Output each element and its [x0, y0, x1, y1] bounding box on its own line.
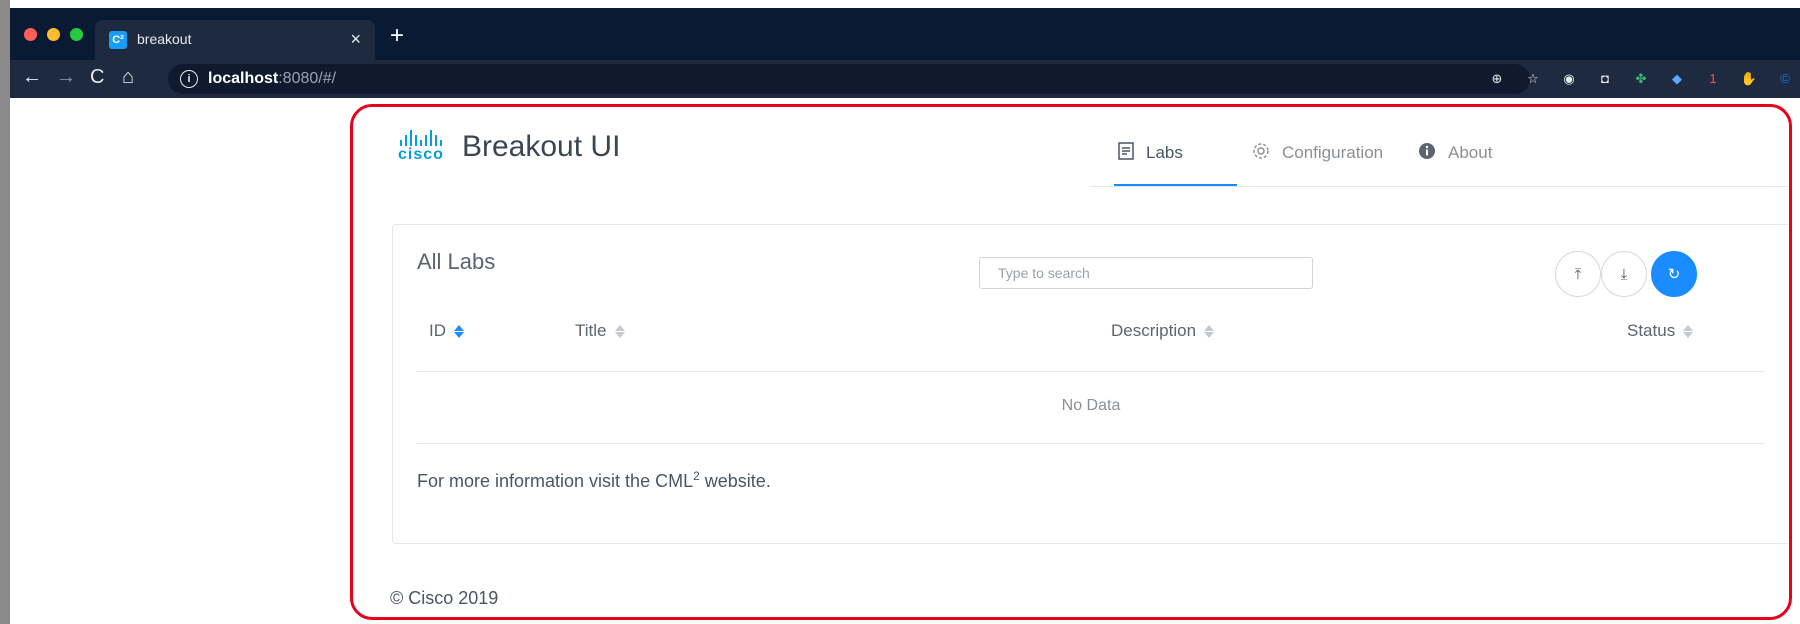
extension-toolbar: ⊕ ☆ ◉ ◘ ✤ ◆ 1 ✋ ©: [1488, 66, 1800, 92]
info-icon: [1418, 142, 1436, 165]
cml-favicon-icon: C²: [109, 31, 127, 49]
column-header-label: Description: [1111, 321, 1197, 340]
window-top-edge: [0, 0, 1800, 8]
diamond-icon[interactable]: ◆: [1668, 70, 1686, 88]
column-header-label: Status: [1627, 321, 1676, 340]
sort-icon: [454, 324, 464, 338]
browser-toolbar: ← → C ⌂ i localhost:8080/#/ ⊕ ☆ ◉ ◘ ✤ ◆ 1 ✋ ©: [10, 60, 1800, 98]
sort-icon: [1204, 324, 1215, 338]
download-button[interactable]: ⤓: [1601, 251, 1647, 297]
window-left-edge: [0, 0, 10, 624]
column-header-status[interactable]: Status: [1627, 321, 1694, 341]
tab-configuration[interactable]: Configuration: [1252, 138, 1383, 168]
record-icon[interactable]: ◉: [1560, 70, 1578, 88]
minimize-window-button[interactable]: [47, 28, 60, 41]
column-header-title[interactable]: Title: [575, 321, 625, 341]
column-header-id[interactable]: ID: [429, 321, 464, 341]
badge-count[interactable]: 1: [1704, 70, 1722, 88]
hand-icon[interactable]: ✋: [1740, 70, 1758, 88]
screen: C² breakout × + ← → C ⌂ i localhost:8080…: [0, 0, 1800, 624]
refresh-icon: ↻: [1667, 266, 1681, 283]
search-input[interactable]: [979, 257, 1313, 289]
tab-about[interactable]: About: [1418, 138, 1492, 168]
camera-icon[interactable]: ◘: [1596, 70, 1614, 88]
info-text-suffix: website.: [699, 471, 771, 491]
close-window-button[interactable]: [24, 28, 37, 41]
cisco-wordmark: cisco: [398, 146, 444, 163]
site-info-icon[interactable]: i: [180, 70, 198, 88]
browser-tab[interactable]: C² breakout ×: [95, 20, 375, 60]
url-text[interactable]: localhost:8080/#/: [208, 70, 336, 88]
browser-tabbar: C² breakout × +: [10, 8, 1800, 60]
cisco-logo: cisco: [388, 130, 454, 166]
close-tab-button[interactable]: ×: [350, 29, 361, 50]
info-text-sup: 2: [693, 469, 700, 483]
clover-icon[interactable]: ✤: [1632, 70, 1650, 88]
document-icon: [1118, 141, 1134, 165]
new-tab-button[interactable]: +: [390, 22, 404, 50]
back-button[interactable]: ←: [22, 66, 42, 89]
sort-icon: [1683, 324, 1694, 338]
column-header-description[interactable]: Description: [1111, 321, 1215, 341]
labs-panel-title: All Labs: [417, 249, 496, 274]
app-header: cisco Breakout UI Labs Configuration Abo…: [388, 118, 1790, 188]
empty-table-message: No Data: [1061, 397, 1121, 414]
info-text-prefix: For more information visit the CML: [417, 471, 694, 491]
table-footer-divider: [417, 443, 1765, 444]
zoom-icon[interactable]: ⊕: [1488, 70, 1506, 88]
forward-button[interactable]: →: [56, 66, 76, 89]
tab-labs[interactable]: Labs: [1118, 138, 1183, 168]
sort-icon: [614, 324, 625, 338]
upload-button[interactable]: ⤒: [1555, 251, 1601, 297]
download-icon: ⤓: [1620, 265, 1628, 283]
info-text: For more information visit the CML2 webs…: [417, 469, 771, 492]
home-button[interactable]: ⌂: [122, 66, 134, 89]
star-icon[interactable]: ☆: [1524, 70, 1542, 88]
reload-button[interactable]: C: [90, 66, 104, 89]
main-nav: Labs Configuration About: [1090, 118, 1790, 188]
column-header-label: ID: [429, 321, 446, 340]
gear-icon: [1252, 142, 1270, 165]
table-header-divider: [417, 371, 1765, 372]
refresh-button[interactable]: ↻: [1651, 251, 1697, 297]
maximize-window-button[interactable]: [70, 28, 83, 41]
tab-about-label: About: [1448, 143, 1493, 162]
tab-labs-label: Labs: [1146, 143, 1183, 162]
window-controls: [24, 28, 83, 41]
address-bar[interactable]: i localhost:8080/#/: [168, 64, 1530, 94]
footer-copyright: © Cisco 2019: [390, 588, 499, 608]
tab-title: breakout: [137, 31, 192, 47]
labs-panel: All Labs ⤒ ⤓ ↻ ID Title Description Stat…: [392, 224, 1789, 544]
upload-icon: ⤒: [1574, 265, 1582, 283]
column-header-label: Title: [575, 321, 607, 340]
c-icon[interactable]: ©: [1776, 70, 1794, 88]
tab-configuration-label: Configuration: [1282, 143, 1384, 162]
header-divider: [1090, 186, 1790, 187]
app-title: Breakout UI: [462, 130, 621, 163]
cisco-bars-icon: [388, 130, 454, 146]
